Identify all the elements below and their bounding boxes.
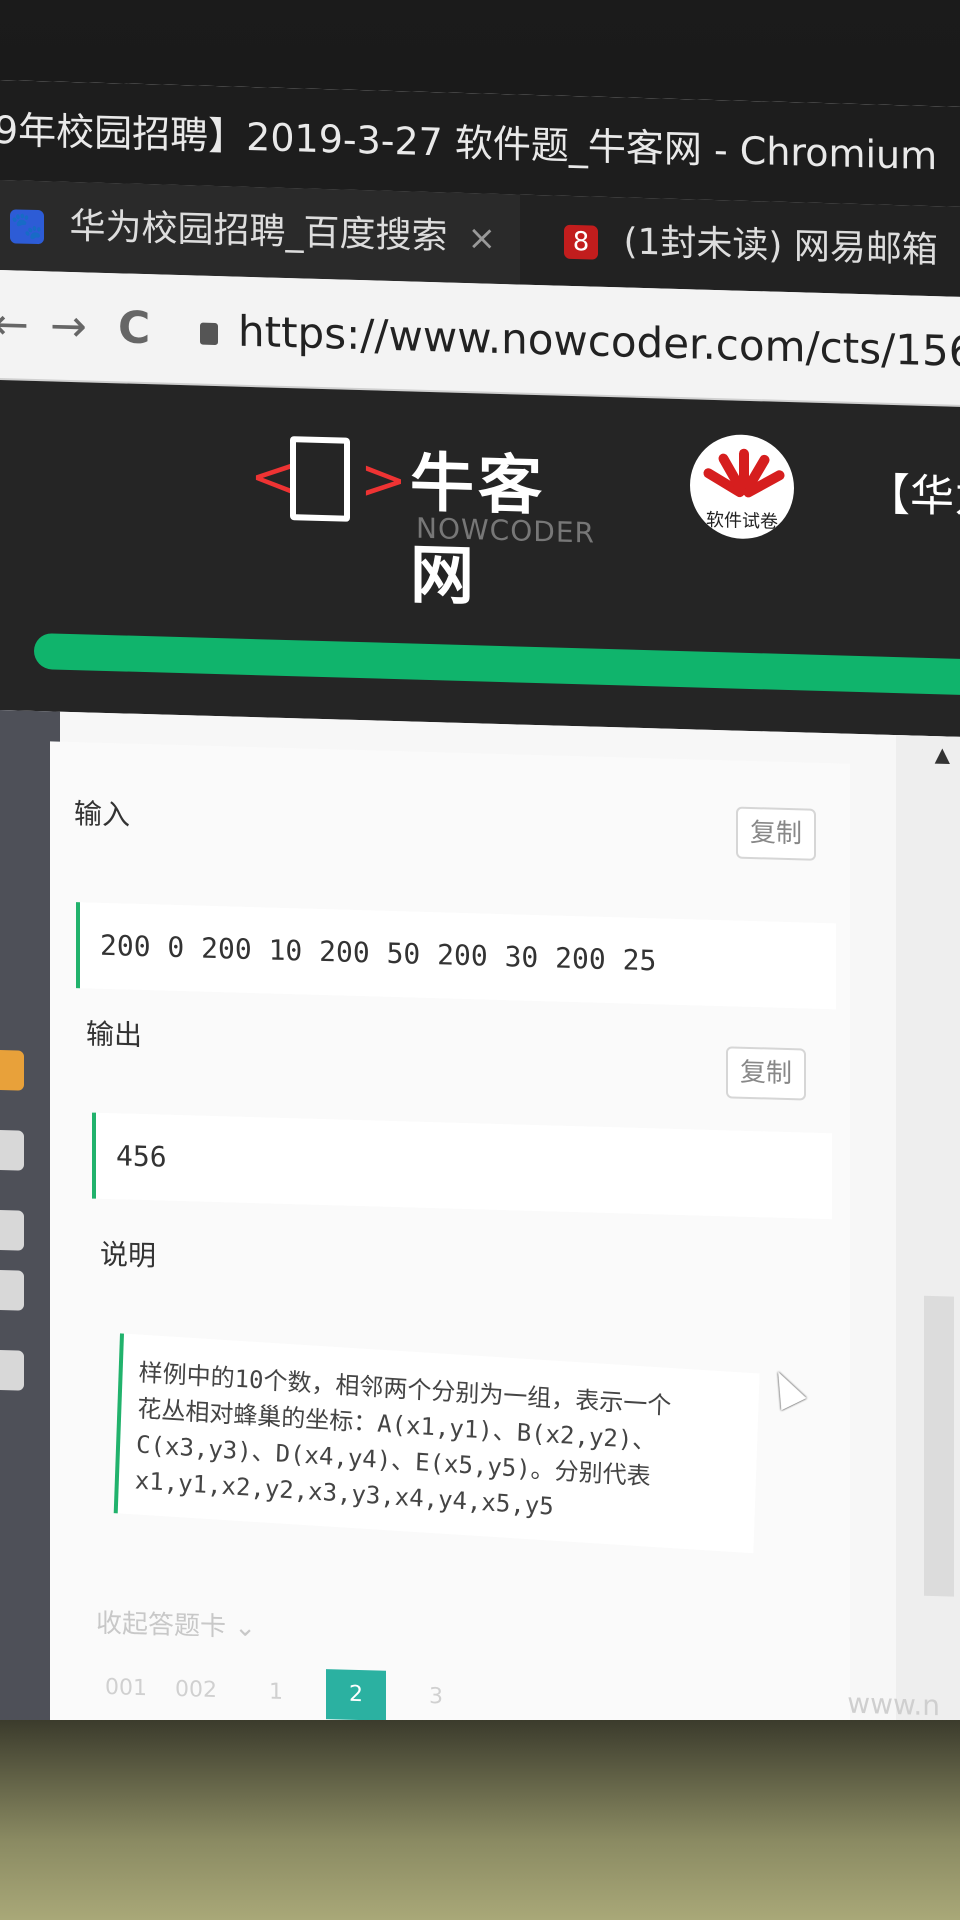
exam-badge-text: 软件试卷 — [706, 509, 778, 533]
rail-item[interactable] — [0, 1130, 24, 1171]
site-watermark: www.n — [847, 1686, 940, 1723]
netease-mail-icon: 8 — [564, 224, 598, 260]
tab-netease-mail-label: (1封未读) 网易邮箱 — [623, 221, 938, 272]
nowcoder-logo-icon: < > — [250, 427, 407, 541]
forward-button[interactable]: → — [50, 271, 87, 382]
logo-text-en: NOWCODER — [416, 511, 595, 550]
back-button[interactable]: ← — [0, 270, 29, 381]
output-label: 输出 — [86, 1017, 143, 1052]
desk-surface — [0, 1720, 960, 1920]
scrollbar-thumb[interactable] — [924, 1295, 954, 1597]
answer-item[interactable]: 3 — [406, 1671, 466, 1723]
exam-progress-bar — [34, 632, 960, 696]
answer-item[interactable]: 001 — [96, 1663, 156, 1715]
copy-input-button[interactable]: 复制 — [736, 806, 816, 861]
window-title: 9年校园招聘】2019-3-27 软件题_牛客网 - Chromium — [0, 107, 938, 179]
lock-icon — [200, 322, 218, 345]
monitor-frame: 9年校园招聘】2019-3-27 软件题_牛客网 - Chromium 🐾 华为… — [0, 0, 960, 1920]
site-header: < > 牛客网 NOWCODER 软件试卷 【华为 — [0, 380, 960, 737]
reload-button[interactable]: C — [118, 273, 150, 384]
scrollbar[interactable]: ▲ — [896, 735, 960, 1747]
explanation-text: 样例中的10个数，相邻两个分别为一组，表示一个 花丛相对蜂巢的坐标：A(x1,y… — [113, 1333, 760, 1554]
collapse-answer-card-button[interactable]: 收起答题卡 ⌄ — [96, 1603, 256, 1644]
main-content: ▲ 输入 复制 200 0 200 10 200 50 200 30 200 2… — [0, 710, 960, 1747]
rail-item[interactable] — [0, 1050, 24, 1091]
tab-baidu-label: 华为校园招聘_百度搜索 — [69, 205, 448, 258]
nowcoder-logo[interactable]: < > 牛客网 NOWCODER — [250, 427, 610, 614]
address-bar[interactable]: https://www.nowcoder.com/cts/15604161/s — [200, 294, 960, 390]
input-label: 输入 — [74, 797, 131, 832]
browser-screen: 9年校园招聘】2019-3-27 软件题_牛客网 - Chromium 🐾 华为… — [0, 80, 960, 1747]
explanation-label: 说明 — [100, 1237, 157, 1273]
sample-card: 输入 复制 200 0 200 10 200 50 200 30 200 25 … — [50, 741, 850, 1744]
baidu-paw-icon: 🐾 — [10, 209, 44, 245]
scroll-up-icon[interactable]: ▲ — [935, 742, 950, 766]
rail-item[interactable] — [0, 1210, 24, 1251]
rail-item[interactable] — [0, 1350, 24, 1391]
output-sample: 456 — [92, 1112, 832, 1220]
exam-title: 【华为 — [866, 469, 960, 524]
url-text: https://www.nowcoder.com/cts/15604161/s — [238, 306, 960, 381]
close-icon[interactable]: × — [468, 193, 497, 284]
tab-netease-mail[interactable]: 8 (1封未读) 网易邮箱 — [540, 195, 960, 297]
answer-item-current[interactable]: 2 — [326, 1669, 386, 1721]
copy-output-button[interactable]: 复制 — [726, 1046, 806, 1101]
input-sample: 200 0 200 10 200 50 200 30 200 25 — [76, 902, 836, 1010]
answer-item[interactable]: 002 — [166, 1665, 226, 1717]
answer-item[interactable]: 1 — [246, 1667, 306, 1719]
huawei-logo: 软件试卷 — [690, 433, 794, 541]
tab-baidu[interactable]: 🐾 华为校园招聘_百度搜索 × — [0, 180, 520, 285]
rail-item[interactable] — [0, 1270, 24, 1311]
